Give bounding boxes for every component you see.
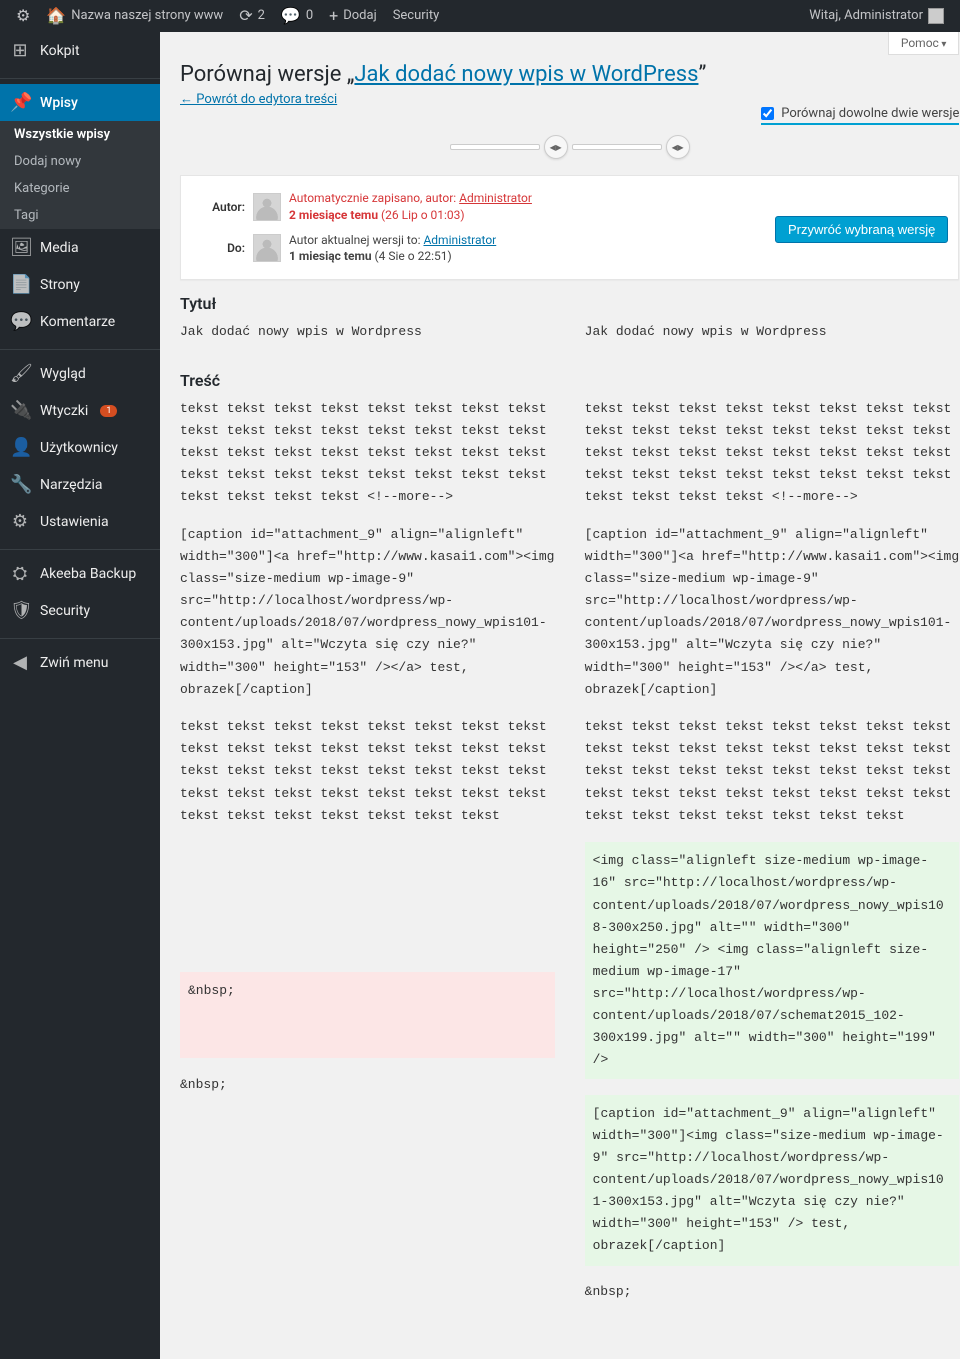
slider-handle-to[interactable]: ◂▸	[666, 135, 690, 159]
restore-revision-button[interactable]: Przywróć wybraną wersję	[775, 216, 948, 243]
diff-title-left: Jak dodać nowy wpis w Wordpress	[180, 321, 555, 359]
comment-icon: 💬	[281, 0, 301, 32]
adminbar-left: ⚙ 🏠Nazwa naszej strony www ⟳2 💬0 +Dodaj …	[8, 0, 447, 32]
pin-icon: 📌	[10, 92, 30, 113]
compare-two-label[interactable]: Porównaj dowolne dwie wersje	[761, 106, 959, 125]
site-name-link[interactable]: 🏠Nazwa naszej strony www	[38, 0, 231, 32]
to-label: Do:	[193, 241, 253, 255]
shield-icon: 🛡	[10, 600, 30, 621]
backup-icon: ⛭	[10, 563, 30, 584]
menu-security[interactable]: 🛡Security	[0, 592, 160, 629]
wrench-icon: 🔧	[10, 474, 30, 495]
submenu-add-post[interactable]: Dodaj nowy	[0, 148, 160, 175]
compare-two-checkbox[interactable]	[761, 107, 774, 120]
menu-pages[interactable]: 📄Strony	[0, 266, 160, 303]
removed-block: &nbsp;	[180, 972, 555, 1058]
content-area: Pomoc Porównaj wersje „Jak dodać nowy wp…	[160, 32, 960, 1359]
adminbar-right: Witaj, Administrator	[801, 0, 952, 32]
author-text: Automatycznie zapisano, autor: Administr…	[289, 190, 532, 224]
sliders-icon: ⚙	[10, 511, 30, 532]
added-block: <img class="alignleft size-medium wp-ima…	[585, 842, 960, 1079]
back-to-editor-link[interactable]: ← Powrót do edytora treści	[180, 91, 337, 107]
menu-tools[interactable]: 🔧Narzędzia	[0, 466, 160, 503]
plugins-update-badge: 1	[100, 405, 117, 417]
wp-logo[interactable]: ⚙	[8, 0, 38, 32]
help-tab[interactable]: Pomoc	[888, 32, 960, 55]
updates-count: 2	[258, 0, 265, 32]
diff-content-section: Treść tekst tekst tekst tekst tekst teks…	[180, 371, 959, 1319]
page-title: Porównaj wersje „Jak dodać nowy wpis w W…	[180, 44, 959, 87]
comment-icon: 💬	[10, 311, 30, 332]
brush-icon: 🖌	[10, 363, 30, 384]
admin-sidebar: ⊞Kokpit 📌Wpisy Wszystkie wpisy Dodaj now…	[0, 32, 160, 1359]
diff-title-right: Jak dodać nowy wpis w Wordpress	[585, 321, 960, 359]
diff-content-right: tekst tekst tekst tekst tekst tekst teks…	[585, 398, 960, 1319]
updates-icon: ⟳	[239, 0, 252, 32]
to-author-link[interactable]: Administrator	[423, 233, 496, 247]
to-avatar	[253, 234, 281, 262]
menu-users[interactable]: 👤Użytkownicy	[0, 429, 160, 466]
collapse-icon: ◀	[10, 652, 30, 673]
author-label: Autor:	[193, 200, 253, 214]
posts-submenu: Wszystkie wpisy Dodaj nowy Kategorie Tag…	[0, 121, 160, 229]
diff-title-section: Tytuł Jak dodać nowy wpis w Wordpress Ja…	[180, 294, 959, 359]
post-title-link[interactable]: Jak dodać nowy wpis w WordPress	[354, 62, 698, 87]
user-icon: 👤	[10, 437, 30, 458]
admin-bar: ⚙ 🏠Nazwa naszej strony www ⟳2 💬0 +Dodaj …	[0, 0, 960, 32]
menu-media[interactable]: 🖼Media	[0, 229, 160, 266]
added-block: [caption id="attachment_9" align="alignl…	[585, 1095, 960, 1266]
home-icon: 🏠	[46, 0, 66, 32]
comments-count: 0	[306, 0, 313, 32]
menu-akeeba[interactable]: ⛭Akeeba Backup	[0, 555, 160, 592]
plug-icon: 🔌	[10, 400, 30, 421]
menu-dashboard[interactable]: ⊞Kokpit	[0, 32, 160, 69]
menu-appearance[interactable]: 🖌Wygląd	[0, 355, 160, 392]
slider-handle-from[interactable]: ◂▸	[544, 135, 568, 159]
menu-separator	[0, 545, 160, 550]
revision-meta-box: Przywróć wybraną wersję Autor: Automatyc…	[180, 175, 959, 280]
menu-plugins[interactable]: 🔌Wtyczki1	[0, 392, 160, 429]
menu-separator	[0, 345, 160, 350]
menu-separator	[0, 74, 160, 79]
menu-comments[interactable]: 💬Komentarze	[0, 303, 160, 340]
avatar-icon	[928, 8, 944, 24]
greeting: Witaj, Administrator	[809, 0, 923, 32]
dashboard-icon: ⊞	[10, 40, 30, 61]
page-icon: 📄	[10, 274, 30, 295]
author-link[interactable]: Administrator	[459, 191, 532, 205]
security-label: Security	[393, 0, 440, 32]
menu-settings[interactable]: ⚙Ustawienia	[0, 503, 160, 540]
add-new-link[interactable]: +Dodaj	[321, 0, 385, 32]
submenu-categories[interactable]: Kategorie	[0, 175, 160, 202]
add-new-label: Dodaj	[343, 0, 376, 32]
to-text: Autor aktualnej wersji to: Administrator…	[289, 232, 496, 266]
security-link[interactable]: Security	[385, 0, 448, 32]
updates-link[interactable]: ⟳2	[231, 0, 273, 32]
menu-collapse[interactable]: ◀Zwiń menu	[0, 644, 160, 681]
site-name: Nazwa naszej strony www	[71, 0, 223, 32]
diff-content-left: tekst tekst tekst tekst tekst tekst teks…	[180, 398, 555, 1319]
author-avatar	[253, 193, 281, 221]
compare-two-toggle: Porównaj dowolne dwie wersje	[761, 104, 959, 125]
menu-separator	[0, 634, 160, 639]
account-link[interactable]: Witaj, Administrator	[801, 0, 952, 32]
wordpress-icon: ⚙	[16, 0, 30, 32]
plus-icon: +	[329, 0, 338, 32]
menu-posts[interactable]: 📌Wpisy	[0, 84, 160, 121]
diff-title-heading: Tytuł	[180, 294, 959, 313]
submenu-tags[interactable]: Tagi	[0, 202, 160, 229]
slider-track-right[interactable]	[572, 144, 662, 150]
submenu-all-posts[interactable]: Wszystkie wpisy	[0, 121, 160, 148]
comments-link[interactable]: 💬0	[273, 0, 321, 32]
media-icon: 🖼	[10, 237, 30, 258]
revision-slider: ◂▸ ◂▸	[180, 135, 959, 159]
slider-track-left[interactable]	[450, 144, 540, 150]
diff-content-heading: Treść	[180, 371, 959, 390]
